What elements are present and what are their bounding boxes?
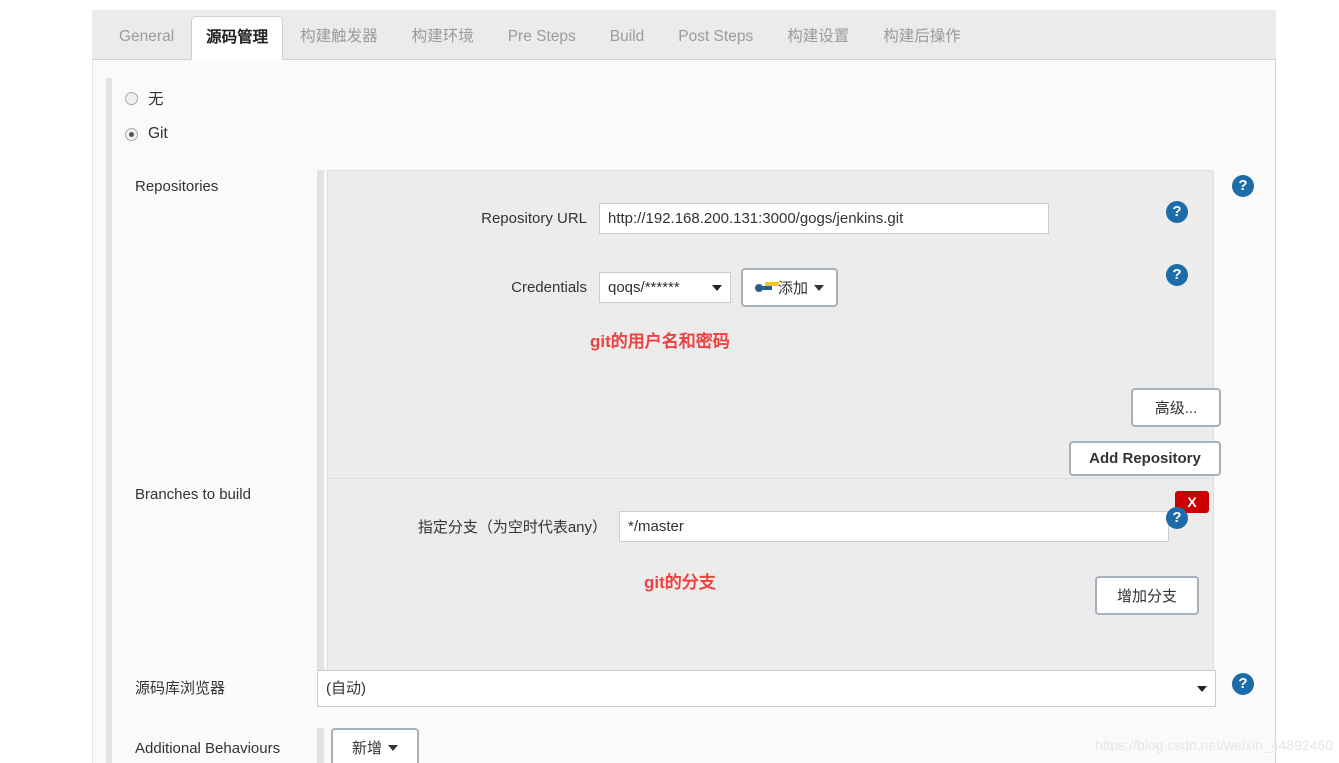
- additional-behaviours-add-button[interactable]: 新增: [331, 728, 419, 763]
- radio-none-label: 无: [148, 91, 164, 108]
- tab-build-triggers[interactable]: 构建触发器: [283, 14, 395, 60]
- tab-post-build-actions[interactable]: 构建后操作: [866, 14, 978, 60]
- repository-url-label: Repository URL: [481, 210, 587, 227]
- radio-git-label: Git: [148, 125, 168, 142]
- tab-build-settings[interactable]: 构建设置: [770, 14, 866, 60]
- advanced-button[interactable]: 高级...: [1131, 388, 1221, 427]
- additional-behaviours-section-label: Additional Behaviours: [135, 740, 281, 757]
- tab-post-steps[interactable]: Post Steps: [661, 14, 770, 60]
- repo-browser-select-wrap: (自动): [317, 670, 1216, 707]
- left-rule-divider: [106, 78, 112, 763]
- repo-browser-select[interactable]: (自动): [317, 670, 1216, 707]
- repositories-help-icon[interactable]: ?: [1232, 175, 1254, 197]
- branch-annotation: git的分支: [644, 573, 716, 592]
- radio-none[interactable]: [125, 91, 138, 105]
- repo-browser-help-icon[interactable]: ?: [1232, 673, 1254, 695]
- repository-url-help-icon[interactable]: ?: [1166, 201, 1188, 223]
- add-repository-button[interactable]: Add Repository: [1069, 441, 1221, 476]
- credentials-label: Credentials: [511, 279, 587, 296]
- repositories-block: Repository URL Credentials qoqs/****** 添…: [317, 170, 1221, 514]
- branch-specifier-help-icon[interactable]: ?: [1166, 507, 1188, 529]
- additional-behaviours-add-label: 新增: [351, 740, 382, 757]
- page-root: General 源码管理 构建触发器 构建环境 Pre Steps Build …: [0, 0, 1339, 763]
- repositories-gutter: [317, 170, 324, 514]
- credentials-row: Credentials qoqs/****** 添加: [392, 268, 839, 307]
- tab-general[interactable]: General: [102, 14, 191, 60]
- branch-specifier-label: 指定分支（为空时代表any）: [417, 519, 607, 536]
- credentials-select-wrap: qoqs/******: [599, 272, 731, 303]
- caret-down-icon: [814, 284, 825, 291]
- repository-url-input[interactable]: [599, 203, 1049, 234]
- scm-option-none[interactable]: 无: [125, 87, 164, 109]
- add-credentials-label: 添加: [778, 280, 809, 297]
- watermark-text: https://blog.csdn.net/weixin_44892460: [1094, 737, 1333, 753]
- repositories-section-label: Repositories: [135, 178, 219, 195]
- key-icon: [755, 281, 772, 294]
- branch-specifier-row: 指定分支（为空时代表any）: [392, 511, 1169, 542]
- scm-config-panel: 无 Git Repositories Repository URL Creden…: [92, 60, 1276, 763]
- branches-section-label: Branches to build: [135, 486, 251, 503]
- tab-source-management[interactable]: 源码管理: [191, 16, 284, 60]
- radio-git[interactable]: [125, 127, 138, 141]
- additional-behaviours-block: 新增: [317, 728, 1214, 763]
- additional-behaviours-gutter: [317, 728, 324, 763]
- add-credentials-button[interactable]: 添加: [741, 268, 839, 307]
- repo-browser-section-label: 源码库浏览器: [135, 680, 226, 697]
- credentials-select[interactable]: qoqs/******: [599, 272, 731, 303]
- tab-pre-steps[interactable]: Pre Steps: [491, 14, 593, 60]
- add-branch-button[interactable]: 增加分支: [1095, 576, 1199, 615]
- tab-build[interactable]: Build: [593, 14, 661, 60]
- credentials-help-icon[interactable]: ?: [1166, 264, 1188, 286]
- tab-build-environment[interactable]: 构建环境: [395, 14, 491, 60]
- config-tab-bar: General 源码管理 构建触发器 构建环境 Pre Steps Build …: [92, 10, 1276, 60]
- caret-down-icon: [388, 744, 398, 751]
- branch-specifier-input[interactable]: [619, 511, 1169, 542]
- credentials-annotation: git的用户名和密码: [590, 332, 730, 351]
- scm-option-git[interactable]: Git: [125, 125, 168, 143]
- repository-url-row: Repository URL: [392, 203, 1049, 234]
